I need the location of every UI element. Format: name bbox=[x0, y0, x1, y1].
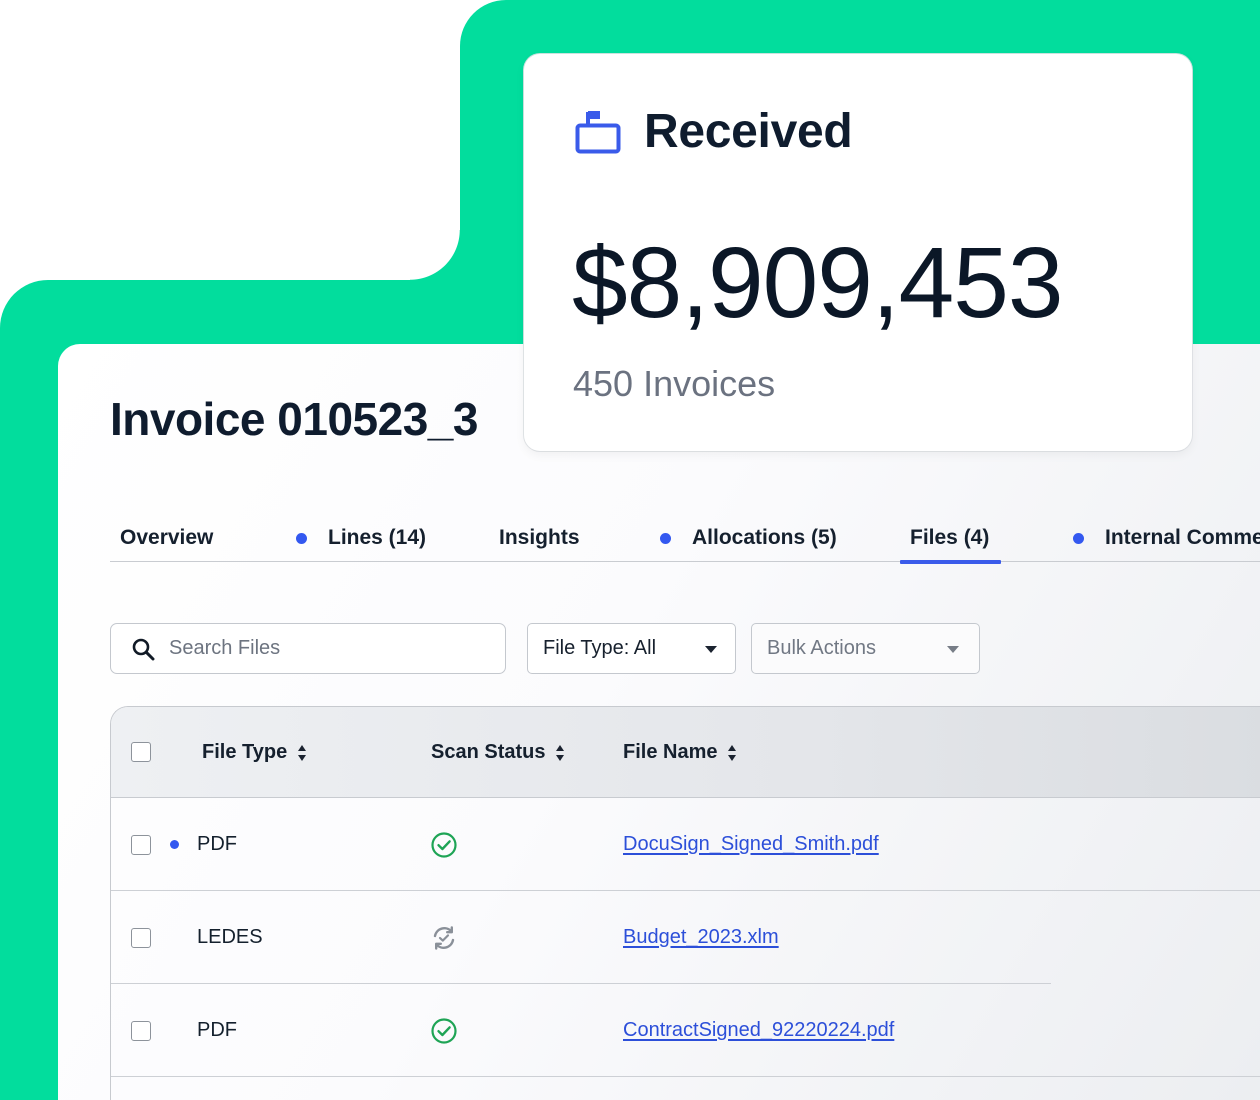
file-type-select[interactable]: File Type: All bbox=[527, 623, 736, 674]
notification-dot bbox=[1073, 532, 1084, 544]
row-checkbox[interactable] bbox=[131, 835, 151, 855]
row-checkbox[interactable] bbox=[131, 1021, 151, 1041]
chevron-down-icon bbox=[947, 646, 959, 653]
file-type-cell: PDF bbox=[197, 1019, 237, 1041]
row-divider bbox=[111, 1075, 1260, 1077]
search-box bbox=[110, 623, 506, 674]
file-link[interactable]: DocuSign_Signed_Smith.pdf bbox=[623, 833, 879, 856]
table-row: PDF DocuSign_Signed_Smith.pdf bbox=[111, 798, 1260, 891]
green-backdrop-notch bbox=[410, 230, 460, 280]
search-input[interactable] bbox=[169, 637, 489, 660]
bulk-actions-select[interactable]: Bulk Actions bbox=[751, 623, 980, 674]
scan-status-cell bbox=[430, 891, 458, 984]
scan-status-cell bbox=[430, 984, 458, 1077]
card-header: Received bbox=[574, 104, 853, 159]
tab-files[interactable]: Files (4) bbox=[899, 514, 1002, 564]
column-header-scan-status[interactable]: Scan Status bbox=[431, 707, 565, 798]
tab-label: Internal Comme bbox=[1105, 526, 1260, 549]
file-name-cell: Budget_2023.xlm bbox=[623, 891, 779, 984]
file-name-cell: ContractSigned_92220224.pdf bbox=[623, 984, 894, 1077]
check-circle-icon bbox=[431, 1017, 457, 1044]
tab-bar: Overview Lines (14) Insights Allocations… bbox=[110, 514, 1260, 564]
sort-icon bbox=[556, 744, 565, 761]
invoice-count: 450 Invoices bbox=[573, 363, 776, 404]
tab-label: Allocations (5) bbox=[692, 526, 837, 549]
column-header-file-name[interactable]: File Name bbox=[623, 707, 737, 798]
check-circle-icon bbox=[431, 831, 457, 858]
scanning-icon bbox=[433, 925, 455, 950]
tab-lines[interactable]: Lines (14) bbox=[296, 514, 426, 562]
files-table: File Type Scan Status File Name PDF Docu… bbox=[110, 706, 1260, 1100]
tab-label: Insights bbox=[499, 526, 580, 549]
received-box-icon bbox=[575, 110, 621, 153]
bulk-actions-select-value: Bulk Actions bbox=[767, 637, 876, 659]
unread-dot bbox=[170, 840, 179, 849]
card-label: Received bbox=[644, 105, 853, 158]
tab-allocations[interactable]: Allocations (5) bbox=[660, 514, 837, 562]
column-header-file-type[interactable]: File Type bbox=[202, 707, 307, 798]
chevron-down-icon bbox=[705, 646, 717, 653]
tab-label: Overview bbox=[120, 526, 214, 549]
column-header-label: Scan Status bbox=[431, 741, 546, 763]
table-row: PDF ContractSigned_92220224.pdf bbox=[111, 984, 1260, 1077]
table-header: File Type Scan Status File Name bbox=[111, 707, 1260, 798]
file-type-cell: PDF bbox=[197, 833, 237, 855]
sort-icon bbox=[298, 744, 307, 761]
row-checkbox[interactable] bbox=[131, 928, 151, 948]
received-amount: $8,909,453 bbox=[572, 227, 1063, 339]
file-link[interactable]: ContractSigned_92220224.pdf bbox=[623, 1019, 894, 1042]
received-summary-card: Received $8,909,453 450 Invoices bbox=[524, 54, 1192, 451]
tab-insights[interactable]: Insights bbox=[499, 514, 580, 562]
notification-dot bbox=[660, 532, 671, 544]
search-icon bbox=[132, 638, 155, 660]
invoice-panel: Invoice 010523_3 Overview Lines (14) Ins… bbox=[58, 344, 1260, 1100]
sort-icon bbox=[728, 744, 737, 761]
file-type-cell: LEDES bbox=[197, 926, 263, 948]
scan-status-cell bbox=[430, 798, 458, 891]
file-link[interactable]: Budget_2023.xlm bbox=[623, 926, 779, 949]
tab-internal-comments[interactable]: Internal Comme bbox=[1073, 514, 1260, 562]
table-row: LEDES Budget_2023.xlm bbox=[111, 891, 1260, 984]
tab-overview[interactable]: Overview bbox=[120, 514, 213, 562]
tab-label: Lines (14) bbox=[328, 526, 427, 549]
notification-dot bbox=[296, 532, 307, 544]
page-title: Invoice 010523_3 bbox=[110, 393, 478, 445]
column-header-label: File Name bbox=[623, 741, 718, 763]
stage: Invoice 010523_3 Overview Lines (14) Ins… bbox=[0, 0, 1260, 1100]
tab-label: Files (4) bbox=[910, 526, 990, 549]
file-type-select-value: File Type: All bbox=[543, 637, 657, 659]
file-name-cell: DocuSign_Signed_Smith.pdf bbox=[623, 798, 879, 891]
column-header-label: File Type bbox=[202, 741, 288, 763]
select-all-checkbox[interactable] bbox=[131, 742, 151, 762]
